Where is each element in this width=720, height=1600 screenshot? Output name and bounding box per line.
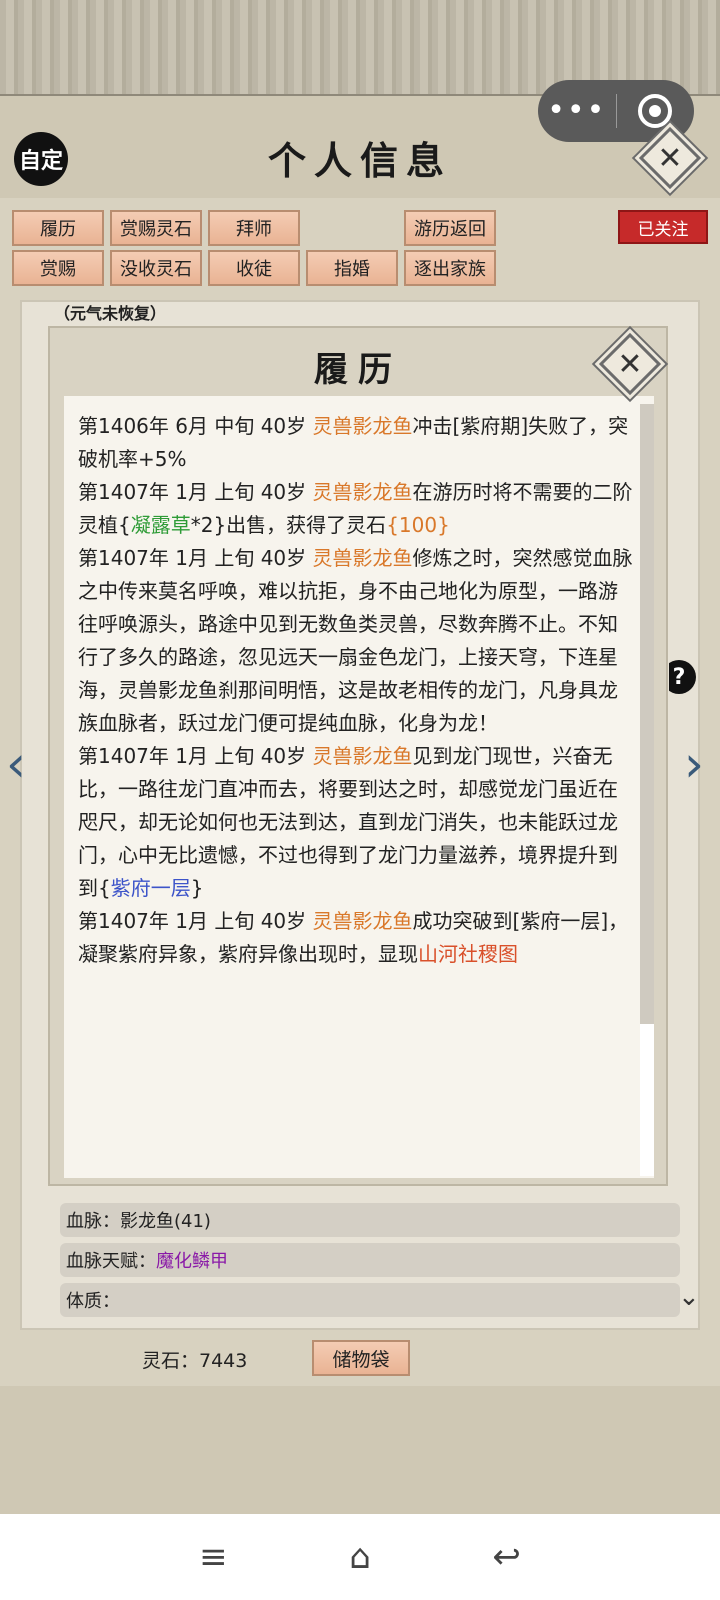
storage-bag-button[interactable]: 储物袋 (312, 1340, 410, 1376)
history-entry: 第1407年 1月 上旬 40岁 灵兽影龙鱼见到龙门现世，兴奋无比，一路往龙门直… (78, 740, 636, 905)
travel-return-button[interactable]: 游历返回 (404, 210, 496, 246)
entry-text: 第1407年 1月 上旬 40岁 (78, 909, 313, 933)
bloodline-talent-row: 血脉天赋： 魔化鳞甲 (60, 1243, 680, 1277)
bloodline-label: 血脉： (66, 1211, 120, 1232)
bloodline-value: 影龙鱼(41) (120, 1211, 211, 1232)
highlight-text: 灵兽影龙鱼 (312, 909, 413, 933)
history-modal: 履历 第1406年 6月 中旬 40岁 灵兽影龙鱼冲击[紫府期]失败了，突破机率… (48, 326, 668, 1186)
entry-text: 第1406年 6月 中旬 40岁 (78, 414, 313, 438)
bloodline-talent-label: 血脉天赋： (66, 1251, 156, 1272)
history-entry: 第1407年 1月 上旬 40岁 灵兽影龙鱼修炼之时，突然感觉血脉之中传来莫名呼… (78, 542, 636, 740)
chevron-down-icon[interactable]: ⌄ (678, 1282, 700, 1312)
highlight-text: 灵兽影龙鱼 (312, 414, 413, 438)
take-disciple-button[interactable]: 收徒 (208, 250, 300, 286)
home-icon[interactable]: ⌂ (330, 1537, 390, 1577)
scrollbar-thumb[interactable] (640, 404, 654, 1024)
next-arrow-icon[interactable]: › (684, 735, 704, 793)
history-entry: 第1407年 1月 上旬 40岁 灵兽影龙鱼在游历时将不需要的二阶灵植{凝露草*… (78, 476, 636, 542)
bloodline-row: 血脉： 影龙鱼(41) (60, 1203, 680, 1237)
spirit-stone-count: 灵石：7443 (142, 1350, 248, 1372)
bloodline-talent-value: 魔化鳞甲 (156, 1251, 228, 1272)
highlight-text: 灵兽影龙鱼 (312, 744, 413, 768)
highlight-text: 凝露草 (130, 513, 191, 537)
entry-text: 第1407年 1月 上旬 40岁 (78, 480, 313, 504)
back-icon[interactable]: ↩ (477, 1537, 537, 1577)
entry-text: 第1407年 1月 上旬 40岁 (78, 546, 313, 570)
physique-label: 体质： (66, 1291, 120, 1312)
close-icon: ✕ (617, 346, 643, 382)
entry-text: 修炼之时，突然感觉血脉之中传来莫名呼唤，难以抗拒，身不由己地化为原型，一路游往呼… (78, 546, 633, 735)
history-entry: 第1406年 6月 中旬 40岁 灵兽影龙鱼冲击[紫府期]失败了，突破机率+5% (78, 410, 636, 476)
highlight-text: 灵兽影龙鱼 (312, 546, 413, 570)
reward-stone-button[interactable]: 赏赐灵石 (110, 210, 202, 246)
entry-text: } (190, 876, 204, 900)
entry-text: *2}出售，获得了灵石 (190, 513, 387, 537)
history-button[interactable]: 履历 (12, 210, 104, 246)
highlight-text: {100} (386, 513, 450, 537)
bottom-band (0, 1386, 720, 1514)
reward-button[interactable]: 赏赐 (12, 250, 104, 286)
menu-icon[interactable]: ≡ (183, 1537, 243, 1577)
take-master-button[interactable]: 拜师 (208, 210, 300, 246)
entry-text: 第1407年 1月 上旬 40岁 (78, 744, 313, 768)
page-title: 个人信息 (267, 138, 452, 183)
followed-badge[interactable]: 已关注 (618, 210, 708, 244)
arrange-marriage-button[interactable]: 指婚 (306, 250, 398, 286)
confiscate-stone-button[interactable]: 没收灵石 (110, 250, 202, 286)
prev-arrow-icon[interactable]: ‹ (6, 735, 26, 793)
modal-title: 履历 (314, 350, 402, 390)
target-circle-icon (638, 94, 673, 128)
highlight-text: 紫府一层 (110, 876, 191, 900)
history-entry: 第1407年 1月 上旬 40岁 灵兽影龙鱼成功突破到[紫府一层]，凝聚紫府异象… (78, 905, 636, 971)
expel-family-button[interactable]: 逐出家族 (404, 250, 496, 286)
history-log[interactable]: 第1406年 6月 中旬 40岁 灵兽影龙鱼冲击[紫府期]失败了，突破机率+5%… (64, 396, 654, 1178)
physique-row: 体质： (60, 1283, 680, 1317)
system-nav-bar: ≡ ⌂ ↩ (0, 1514, 720, 1600)
vital-status: （元气未恢复） (54, 304, 167, 323)
highlight-text: 灵兽影龙鱼 (312, 480, 413, 504)
highlight-text: 山河社稷图 (418, 942, 518, 966)
capsule-close-button[interactable] (617, 94, 695, 128)
close-icon: ✕ (657, 140, 683, 176)
history-entries: 第1406年 6月 中旬 40岁 灵兽影龙鱼冲击[紫府期]失败了，突破机率+5%… (64, 396, 654, 971)
